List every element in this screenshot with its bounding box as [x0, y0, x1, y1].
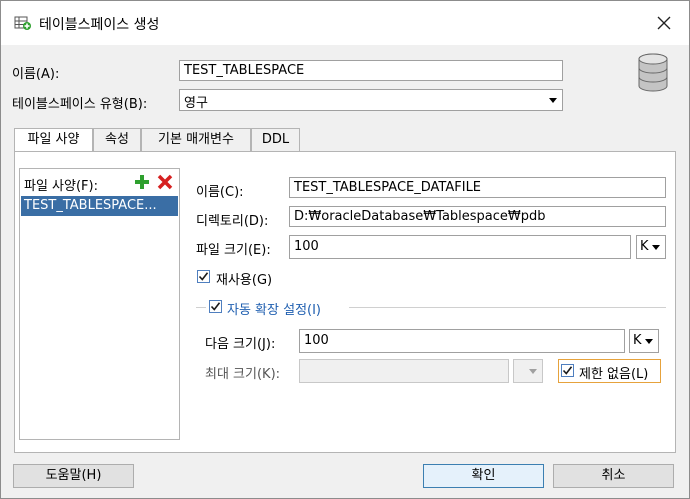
file-name-label: 이름(C): [196, 185, 244, 200]
autoextend-checkbox[interactable] [209, 300, 222, 313]
close-icon [657, 16, 671, 30]
chevron-down-icon [652, 245, 660, 250]
autoextend-label: 자동 확장 설정(I) [227, 303, 322, 318]
remove-file-button[interactable] [157, 174, 173, 194]
title-bar: 테이블스페이스 생성 [1, 1, 689, 45]
list-item[interactable]: TEST_TABLESPACE... [21, 196, 178, 216]
add-file-button[interactable] [134, 174, 150, 194]
file-size-input[interactable]: 100 [289, 235, 631, 259]
next-size-unit-select[interactable]: K [629, 329, 659, 353]
unlimited-checkbox[interactable] [561, 364, 574, 377]
tab-default-params[interactable]: 기본 매개변수 [141, 128, 251, 152]
chevron-down-icon [645, 339, 653, 344]
delete-icon [157, 174, 173, 190]
file-list-label: 파일 사양(F): [24, 179, 98, 194]
unlimited-label: 제한 없음(L) [579, 367, 649, 382]
file-size-unit-select[interactable]: K [636, 235, 666, 259]
file-list: 파일 사양(F): TEST_TABLESPACE... [19, 168, 180, 440]
plus-icon [135, 175, 149, 189]
chevron-down-icon [529, 369, 537, 374]
reuse-checkbox[interactable] [197, 270, 210, 283]
window-title: 테이블스페이스 생성 [39, 17, 160, 33]
type-label: 테이블스페이스 유형(B): [12, 97, 148, 112]
tablespace-type-select[interactable]: 영구 [179, 89, 563, 111]
directory-label: 디렉토리(D): [196, 214, 269, 229]
group-separator-left [196, 307, 206, 308]
file-size-label: 파일 크기(E): [196, 243, 271, 258]
directory-input[interactable]: D:₩oracleDatabase₩Tablespace₩pdb [289, 206, 666, 227]
next-size-unit-value: K [633, 333, 642, 348]
close-button[interactable] [652, 11, 676, 35]
check-icon [210, 302, 221, 311]
dialog-window: 테이블스페이스 생성 이름(A): TEST_TABLESPACE 테이블스페이… [0, 0, 690, 499]
tab-file-spec[interactable]: 파일 사양 [14, 128, 93, 153]
tablespace-name-input[interactable]: TEST_TABLESPACE [179, 60, 563, 81]
ok-button[interactable]: 확인 [423, 464, 544, 488]
file-name-input[interactable]: TEST_TABLESPACE_DATAFILE [289, 177, 666, 198]
reuse-label: 재사용(G) [216, 273, 273, 288]
cancel-button[interactable]: 취소 [553, 464, 674, 488]
help-button[interactable]: 도움말(H) [13, 464, 134, 488]
next-size-label: 다음 크기(J): [205, 337, 276, 352]
tablespace-type-value: 영구 [184, 96, 208, 111]
check-icon [562, 366, 573, 375]
tablespace-icon [14, 15, 32, 35]
max-size-input[interactable] [299, 359, 509, 383]
group-separator-right [349, 307, 666, 308]
chevron-down-icon [549, 98, 557, 103]
max-size-label: 최대 크기(K): [205, 367, 281, 382]
file-size-unit-value: K [640, 239, 649, 254]
tab-ddl[interactable]: DDL [251, 128, 300, 152]
max-size-unit-select[interactable] [513, 359, 543, 383]
database-icon [636, 53, 670, 97]
name-label: 이름(A): [12, 67, 60, 82]
check-icon [198, 272, 209, 281]
next-size-input[interactable]: 100 [299, 329, 625, 353]
tab-properties[interactable]: 속성 [93, 128, 141, 152]
